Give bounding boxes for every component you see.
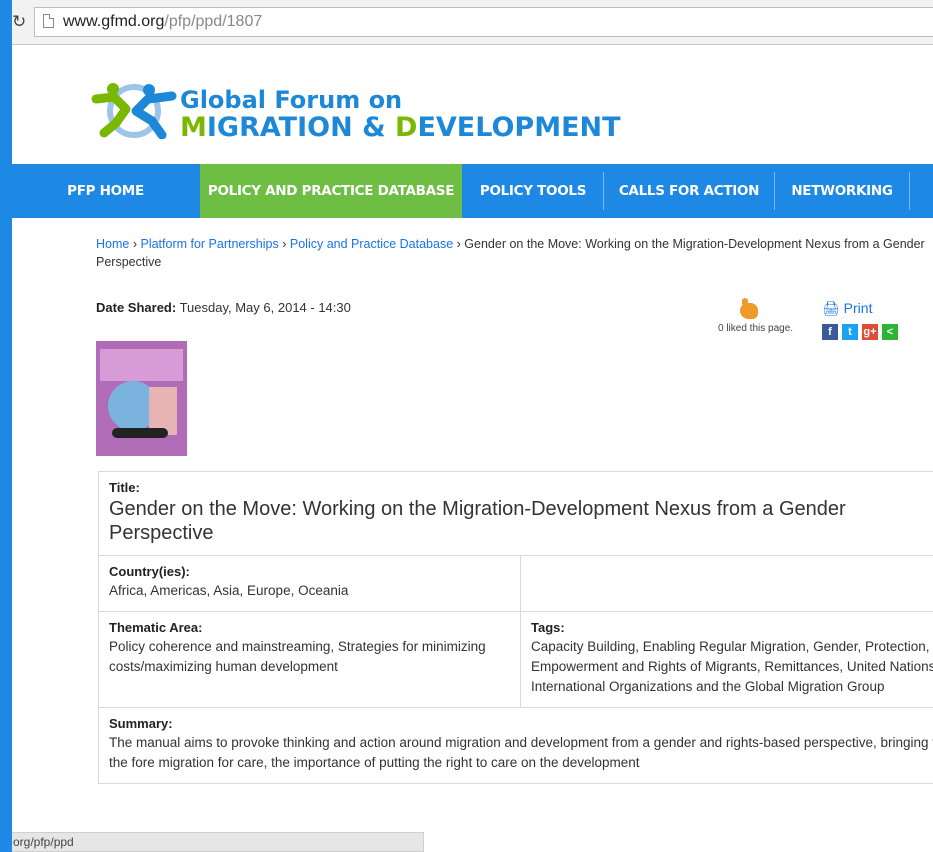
breadcrumb-separator: ›: [456, 237, 461, 251]
summary-cell: Summary: The manual aims to provoke thin…: [98, 707, 933, 784]
site-page: Global Forum on MIGRATION & DEVELOPMENT …: [12, 45, 933, 852]
nav-item-calls-for-action[interactable]: CALLS FOR ACTION: [604, 164, 774, 218]
cover-people: [112, 428, 168, 438]
nav-item-pfp-home[interactable]: PFP HOME: [12, 164, 199, 218]
url-field[interactable]: www.gfmd.org/pfp/ppd/1807: [34, 7, 933, 37]
nav-item-networking[interactable]: NETWORKING: [775, 164, 909, 218]
summary-value: The manual aims to provoke thinking and …: [109, 735, 933, 770]
share-icon[interactable]: <: [882, 324, 898, 340]
address-bar: ↻ www.gfmd.org/pfp/ppd/1807: [12, 0, 933, 45]
url-text: www.gfmd.org/pfp/ppd/1807: [63, 13, 262, 31]
publication-cover-image[interactable]: [96, 341, 187, 456]
browser-window: ↻ www.gfmd.org/pfp/ppd/1807 Global Forum…: [12, 0, 933, 852]
facebook-icon[interactable]: f: [822, 324, 838, 340]
thematic-area-label: Thematic Area:: [109, 620, 203, 635]
thematic-area-value: Policy coherence and mainstreaming, Stra…: [109, 639, 486, 674]
breadcrumb-link-policy-and-practice-database[interactable]: Policy and Practice Database: [290, 237, 453, 251]
page-icon: [43, 14, 54, 28]
print-link[interactable]: 🖨 Print: [822, 300, 872, 317]
nav-item-policy-tools[interactable]: POLICY TOOLS: [463, 164, 603, 218]
like-widget[interactable]: 0 liked this page.: [718, 298, 794, 334]
tags-cell: Tags: Capacity Building, Enabling Regula…: [520, 611, 933, 708]
breadcrumb-link-platform-for-partnerships[interactable]: Platform for Partnerships: [140, 237, 278, 251]
summary-label: Summary:: [109, 716, 173, 731]
breadcrumb: Home › Platform for Partnerships › Polic…: [96, 235, 926, 271]
table-row: Title: Gender on the Move: Working on th…: [98, 471, 933, 556]
logo-line1: Global Forum on: [180, 86, 403, 114]
table-row: Thematic Area: Policy coherence and main…: [98, 611, 933, 708]
twitter-icon[interactable]: t: [842, 324, 858, 340]
breadcrumb-separator: ›: [132, 237, 137, 251]
like-count-text: 0 liked this page.: [718, 323, 794, 334]
countries-value: Africa, Americas, Asia, Europe, Oceania: [109, 583, 349, 598]
tags-value: Capacity Building, Enabling Regular Migr…: [531, 639, 933, 694]
google-plus-icon[interactable]: g+: [862, 324, 878, 340]
left-edge: [0, 0, 12, 852]
main-nav: PFP HOME POLICY AND PRACTICE DATABASE PO…: [12, 164, 933, 218]
table-row: Country(ies): Africa, Americas, Asia, Eu…: [98, 555, 933, 612]
title-cell: Title: Gender on the Move: Working on th…: [98, 471, 933, 556]
url-path: /pfp/ppd/1807: [164, 13, 263, 30]
thumbs-up-icon[interactable]: [740, 298, 758, 319]
date-shared-value: Tuesday, May 6, 2014 - 14:30: [179, 300, 351, 315]
logo-line2: MIGRATION & DEVELOPMENT: [180, 112, 621, 143]
date-shared-label: Date Shared:: [96, 300, 177, 315]
url-domain: www.gfmd.org: [63, 13, 165, 30]
table-row: Summary: The manual aims to provoke thin…: [98, 707, 933, 784]
title-value: Gender on the Move: Working on the Migra…: [109, 498, 846, 544]
breadcrumb-link-home[interactable]: Home: [96, 237, 129, 251]
date-shared: Date Shared: Tuesday, May 6, 2014 - 14:3…: [96, 300, 351, 315]
title-label: Title:: [109, 480, 140, 495]
gfmd-logo-icon[interactable]: [86, 81, 178, 139]
printer-icon: 🖨: [822, 300, 840, 316]
breadcrumb-separator: ›: [282, 237, 287, 251]
cover-title-band: [100, 349, 183, 381]
record-details-table: Title: Gender on the Move: Working on th…: [98, 471, 933, 784]
thematic-area-cell: Thematic Area: Policy coherence and main…: [98, 611, 521, 708]
share-buttons: f t g+ <: [822, 324, 902, 340]
print-label: Print: [843, 300, 873, 316]
countries-label: Country(ies):: [109, 564, 190, 579]
nav-divider: [909, 172, 910, 210]
nav-item-policy-and-practice-database[interactable]: POLICY AND PRACTICE DATABASE: [200, 164, 462, 218]
status-bar: org/pfp/ppd: [12, 832, 424, 852]
tags-label: Tags:: [531, 620, 565, 635]
empty-cell: [520, 555, 933, 612]
countries-cell: Country(ies): Africa, Americas, Asia, Eu…: [98, 555, 521, 612]
reload-icon[interactable]: ↻: [12, 12, 26, 32]
site-logo-text[interactable]: Global Forum on MIGRATION & DEVELOPMENT: [180, 88, 621, 141]
